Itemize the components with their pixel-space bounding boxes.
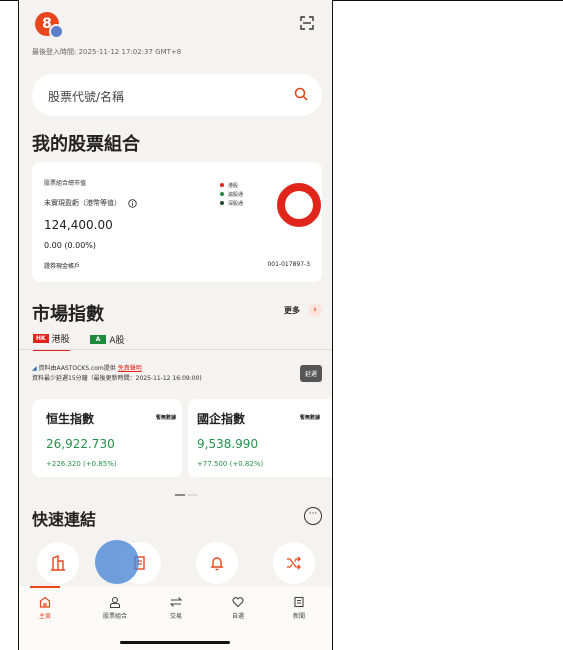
index-value: 9,538.990 — [197, 437, 259, 451]
quick-link-shuffle[interactable] — [273, 542, 315, 584]
search-input[interactable]: 股票代號/名稱 — [48, 88, 124, 105]
last-login-text: 最後登入時間: 2025-11-12 17:02:37 GMT+8 — [32, 48, 182, 56]
nav-watchlist[interactable]: 自選 — [218, 596, 258, 620]
aastocks-icon: ◢ — [32, 365, 37, 372]
hk-badge: HK — [33, 334, 49, 343]
a-badge: A — [89, 335, 107, 344]
legend-dot — [220, 183, 224, 187]
tab-a-share[interactable]: A A股 — [89, 333, 125, 350]
nav-trade[interactable]: 交易 — [156, 596, 196, 620]
avatar-badge — [49, 24, 64, 39]
indices-title: 市場指數 — [32, 304, 104, 325]
delay-note: 資料最少延遲15分鐘（最後更新時間：2025-11-12 16:09:00) — [32, 375, 202, 382]
avatar[interactable]: 8 — [35, 12, 64, 39]
more-button[interactable]: 更多 › — [284, 303, 322, 317]
nav-label: 自選 — [231, 613, 244, 620]
quick-links-title: 快速連結 — [32, 510, 97, 529]
portfolio-card[interactable]: 股票組合總市值 未實現盈虧（港幣等值） 124,400.00 0.00 (0.0… — [32, 162, 322, 282]
market-value-label: 股票組合總市值 — [44, 180, 87, 187]
search-bar[interactable]: 股票代號/名稱 — [32, 74, 322, 116]
swap-icon — [170, 597, 182, 607]
nav-label: 新聞 — [292, 613, 305, 620]
nav-label: 主頁 — [38, 613, 51, 620]
chevron-right-icon: › — [308, 303, 322, 317]
divider — [19, 349, 332, 350]
tab-a-label: A股 — [109, 336, 125, 346]
disclaimer-link[interactable]: 免責聲明 — [118, 365, 142, 372]
legend-label: 港股 — [228, 183, 239, 189]
unrealized-label: 未實現盈虧（港幣等值） — [44, 199, 121, 207]
legend-item: 港股 — [220, 182, 243, 191]
delay-badge: 延遲 — [299, 365, 322, 382]
info-icon[interactable] — [128, 198, 137, 208]
portfolio-change: 0.00 (0.00%) — [44, 241, 97, 250]
index-name: 國企指數 — [197, 412, 246, 426]
search-icon[interactable] — [294, 87, 308, 101]
more-label: 更多 — [284, 305, 300, 315]
index-name: 恒生指數 — [46, 412, 95, 426]
nav-portfolio[interactable]: 股票組合 — [95, 596, 135, 620]
page-indicator — [188, 494, 198, 496]
home-indicator — [120, 641, 230, 644]
index-card-hscei[interactable]: 國企指數 暫無數據 9,538.990 +77.500 (+0.82%) — [188, 399, 332, 477]
data-source-note: ◢ 資料由AASTOCKS.com提供 免責聲明 資料最少延遲15分鐘（最後更新… — [32, 364, 202, 384]
more-options-icon[interactable]: ··· — [304, 507, 322, 525]
shuffle-icon — [287, 556, 301, 570]
nav-home[interactable]: 主頁 — [25, 596, 65, 620]
page-indicator-active — [175, 494, 185, 496]
source-text: 資料由AASTOCKS.com提供 — [38, 365, 116, 372]
nav-label: 交易 — [169, 613, 182, 620]
nav-news[interactable]: 新聞 — [279, 596, 319, 620]
bell-icon — [210, 557, 224, 571]
home-icon — [39, 596, 51, 608]
touch-indicator — [95, 540, 139, 584]
allocation-legend: 港股 滬股通 深股通 — [220, 182, 243, 209]
user-icon — [109, 596, 121, 608]
news-icon — [294, 596, 304, 608]
unrealized-row: 未實現盈虧（港幣等值） — [44, 198, 137, 208]
nav-label: 股票組合 — [102, 613, 127, 620]
quick-link-alerts[interactable] — [196, 542, 238, 584]
account-label: 證券現金帳戶 — [44, 263, 81, 270]
legend-dot — [220, 201, 224, 205]
quick-link-reports[interactable] — [37, 542, 79, 584]
index-status: 暫無數據 — [155, 415, 176, 421]
legend-item: 滬股通 — [220, 191, 243, 200]
tab-hk-label: 港股 — [51, 335, 70, 345]
nav-active-indicator — [30, 586, 60, 588]
building-icon — [51, 555, 65, 571]
index-status: 暫無數據 — [299, 415, 320, 421]
allocation-donut[interactable] — [276, 182, 322, 228]
heart-icon — [232, 597, 244, 608]
phone-screen: 8 最後登入時間: 2025-11-12 17:02:37 GMT+8 股票代號… — [18, 0, 333, 650]
index-value: 26,922.730 — [46, 437, 115, 451]
index-change: +226.320 (+0.85%) — [46, 460, 117, 468]
account-number: 001-017897-3 — [267, 261, 310, 268]
legend-item: 深股通 — [220, 200, 243, 209]
portfolio-value: 124,400.00 — [44, 218, 113, 232]
legend-dot — [220, 192, 224, 196]
scan-icon[interactable] — [300, 16, 314, 30]
index-card-hsi[interactable]: 恒生指數 暫無數據 26,922.730 +226.320 (+0.85%) — [32, 399, 182, 477]
index-change: +77.500 (+0.82%) — [197, 460, 264, 468]
legend-label: 滬股通 — [228, 192, 244, 198]
portfolio-title: 我的股票組合 — [32, 134, 140, 155]
legend-label: 深股通 — [228, 201, 244, 207]
bottom-nav: 主頁 股票組合 交易 自選 新聞 — [19, 586, 332, 650]
